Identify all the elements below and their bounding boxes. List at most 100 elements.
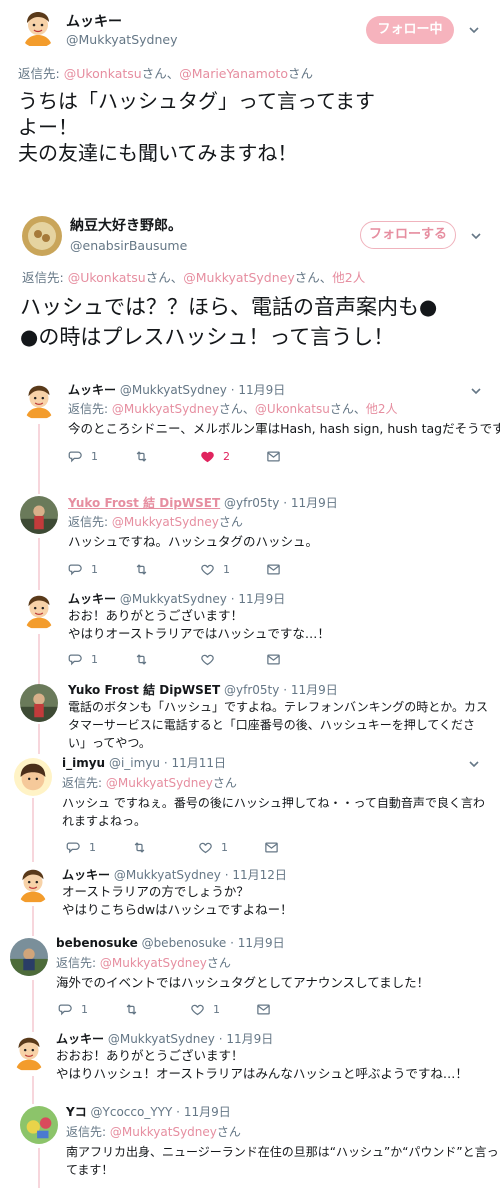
retweet-button[interactable] — [124, 1000, 139, 1018]
tweet-text: オーストラリアの方でしょうか？ やはりこちらdwはハッシュですよねー！ — [62, 883, 293, 919]
author-name[interactable]: ムッキー — [56, 1032, 104, 1046]
author-name[interactable]: Yコ — [66, 1105, 87, 1119]
mention-link[interactable]: @MukkyatSydney — [112, 515, 219, 529]
author-name[interactable]: 納豆大好き野郎。 — [70, 218, 182, 234]
avatar[interactable] — [10, 1034, 48, 1072]
reply-button[interactable]: 1 — [68, 650, 98, 668]
envelope-icon — [256, 1002, 271, 1017]
author-handle[interactable]: @MukkyatSydney — [108, 1032, 215, 1046]
tweet-date[interactable]: 11月9日 — [291, 496, 338, 510]
thread-line — [38, 424, 40, 494]
avatar[interactable] — [18, 8, 58, 48]
tweet-date[interactable]: 11月9日 — [238, 592, 285, 606]
author-handle[interactable]: @enabsirBausume — [70, 238, 187, 254]
retweet-button[interactable] — [134, 560, 149, 578]
tweet-text: ハッシュですね。ハッシュタグのハッシュ。 — [68, 534, 319, 549]
avatar[interactable] — [22, 216, 62, 256]
author-handle[interactable]: @Ycocco_YYY — [91, 1105, 173, 1119]
chevron-down-icon[interactable] — [466, 22, 482, 38]
avatar[interactable] — [14, 866, 52, 904]
reply-to: 返信先: @MukkyatSydneyさん、@Ukonkatsuさん、他2人 — [68, 401, 397, 417]
dm-button[interactable] — [266, 650, 281, 668]
avatar[interactable] — [20, 382, 58, 420]
avatar[interactable] — [20, 1106, 58, 1144]
dm-button[interactable] — [256, 1000, 271, 1018]
author-name[interactable]: i_imyu — [62, 756, 105, 770]
avatar[interactable] — [20, 684, 58, 722]
reply-separator: さん、 — [141, 66, 180, 81]
reply-count: 1 — [91, 562, 98, 576]
retweet-button[interactable] — [132, 838, 147, 856]
retweet-button[interactable] — [134, 447, 149, 465]
author-handle[interactable]: @MukkyatSydney — [66, 32, 177, 48]
avatar[interactable] — [20, 496, 58, 534]
like-button[interactable]: 1 — [190, 1000, 220, 1018]
dm-button[interactable] — [266, 560, 281, 578]
retweet-icon — [132, 840, 147, 855]
avatar[interactable] — [14, 758, 52, 796]
author-name[interactable]: ムッキー — [68, 592, 116, 606]
reply-prefix: 返信先: — [68, 515, 109, 529]
tweet-text-line: ハッシュ ですねぇ。番号の後にハッシュ押してね・・って自動音声で良く言わ — [62, 796, 485, 810]
author-name[interactable]: Yuko Frost 結 DipWSET — [68, 496, 220, 510]
retweet-button[interactable] — [134, 650, 149, 668]
author-handle[interactable]: @MukkyatSydney — [120, 383, 227, 397]
avatar[interactable] — [10, 938, 48, 976]
follow-button[interactable]: フォローする — [360, 221, 456, 249]
like-button[interactable]: 1 — [198, 838, 228, 856]
author-handle[interactable]: @yfr05ty — [224, 683, 279, 697]
like-button[interactable]: 1 — [200, 560, 230, 578]
author-handle[interactable]: @MukkyatSydney — [120, 592, 227, 606]
chevron-down-icon[interactable] — [466, 756, 482, 772]
others-link[interactable]: 他2人 — [366, 402, 398, 416]
author-name[interactable]: ムッキー — [66, 14, 122, 30]
thread-line — [32, 1076, 34, 1104]
tweet-text-line: おお！ありがとうございます！ — [68, 608, 244, 623]
tweet-date[interactable]: 11月9日 — [238, 936, 285, 950]
mention-link[interactable]: @Ukonkatsu — [64, 66, 142, 81]
mention-link[interactable]: @MukkyatSydney — [183, 270, 294, 285]
heart-icon — [200, 562, 215, 577]
reply-button[interactable]: 1 — [58, 1000, 88, 1018]
author-handle[interactable]: @bebenosuke — [142, 936, 227, 950]
reply-separator: さん — [288, 66, 314, 81]
thread-line — [38, 538, 40, 590]
following-button[interactable]: フォロー中 — [366, 16, 454, 44]
author-handle[interactable]: @i_imyu — [109, 756, 160, 770]
reply-button[interactable]: 1 — [66, 838, 96, 856]
reply-count: 1 — [91, 652, 98, 666]
mention-link[interactable]: @Ukonkatsu — [68, 270, 146, 285]
mention-link[interactable]: @MukkyatSydney — [100, 956, 207, 970]
tweet-date[interactable]: 11月12日 — [232, 868, 287, 882]
author-name[interactable]: bebenosuke — [56, 936, 138, 950]
avatar[interactable] — [20, 592, 58, 630]
author-handle[interactable]: @yfr05ty — [224, 496, 279, 510]
dm-button[interactable] — [266, 447, 281, 465]
like-button[interactable]: 2 — [200, 447, 230, 465]
author-name[interactable]: ムッキー — [68, 383, 116, 397]
thread-line — [38, 724, 40, 754]
others-link[interactable]: 他2人 — [332, 270, 365, 285]
tweet-date[interactable]: 11月9日 — [226, 1032, 273, 1046]
retweet-icon — [134, 449, 149, 464]
reply-button[interactable]: 1 — [68, 447, 98, 465]
tweet-date[interactable]: 11月9日 — [184, 1105, 231, 1119]
tweet-date[interactable]: 11月9日 — [238, 383, 285, 397]
dm-button[interactable] — [264, 838, 279, 856]
mention-link[interactable]: @MukkyatSydney — [112, 402, 219, 416]
mention-link[interactable]: @Ukonkatsu — [255, 402, 330, 416]
mention-link[interactable]: @MukkyatSydney — [110, 1125, 217, 1139]
chevron-down-icon[interactable] — [468, 228, 484, 244]
tweet-date[interactable]: 11月11日 — [172, 756, 227, 770]
like-button[interactable] — [200, 650, 215, 668]
tweet-date[interactable]: 11月9日 — [291, 683, 338, 697]
mention-link[interactable]: @MukkyatSydney — [106, 776, 213, 790]
tweet-text: うちは「ハッシュタグ」って言ってます よー！ 夫の友達にも聞いてみますね！ — [18, 88, 375, 166]
author-handle[interactable]: @MukkyatSydney — [114, 868, 221, 882]
mention-link[interactable]: @MarieYanamoto — [179, 66, 288, 81]
retweet-icon — [124, 1002, 139, 1017]
reply-button[interactable]: 1 — [68, 560, 98, 578]
author-name[interactable]: Yuko Frost 結 DipWSET — [68, 683, 220, 697]
author-name[interactable]: ムッキー — [62, 868, 110, 882]
chevron-down-icon[interactable] — [468, 383, 484, 399]
